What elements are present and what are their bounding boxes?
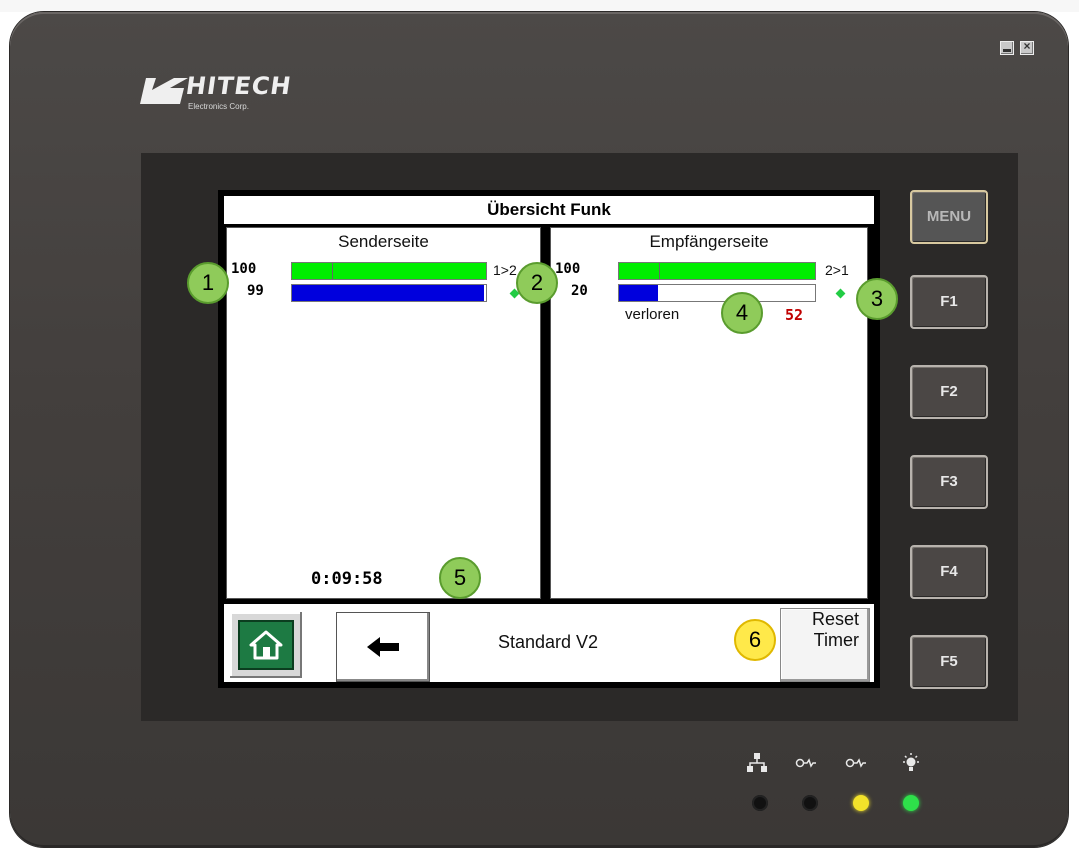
sender-top-value: 100 bbox=[231, 261, 257, 277]
f3-key[interactable]: F3 bbox=[910, 455, 988, 509]
callout-3: 3 bbox=[856, 278, 898, 320]
sender-signal-bar bbox=[291, 262, 487, 280]
page-title: Übersicht Funk bbox=[224, 196, 874, 224]
home-button-face bbox=[238, 620, 294, 670]
close-icon: × bbox=[1023, 39, 1031, 53]
network-led bbox=[752, 795, 768, 811]
hitech-logo-icon bbox=[140, 78, 188, 104]
sender-quality-fill bbox=[292, 285, 485, 301]
home-button[interactable] bbox=[228, 610, 304, 680]
com1-led bbox=[802, 795, 818, 811]
brand-name: HITECH bbox=[184, 72, 294, 100]
minimize-button[interactable] bbox=[1000, 41, 1014, 55]
com1-icon bbox=[795, 758, 816, 768]
receiver-direction: 2>1 bbox=[825, 262, 849, 278]
window-controls: × bbox=[1000, 39, 1034, 55]
com2-led bbox=[853, 795, 869, 811]
receiver-heading: Empfängerseite bbox=[649, 232, 769, 251]
top-strip bbox=[0, 0, 1079, 12]
power-icon bbox=[903, 753, 919, 771]
receiver-top-value: 100 bbox=[555, 261, 581, 277]
receiver-signal-bar bbox=[618, 262, 816, 280]
touch-screen: Übersicht Funk Senderseite 100 99 1>2 0:… bbox=[218, 190, 880, 688]
reset-timer-label-line1: Reset bbox=[811, 609, 859, 629]
f5-key[interactable]: F5 bbox=[910, 635, 988, 689]
sender-quality-bar bbox=[291, 284, 487, 302]
callout-6: 6 bbox=[734, 619, 776, 661]
lost-packets-label: verloren bbox=[625, 306, 680, 323]
receiver-signal-marker bbox=[659, 263, 660, 279]
home-icon bbox=[249, 630, 283, 660]
reset-timer-label-line2: Timer bbox=[813, 630, 859, 650]
back-button[interactable] bbox=[336, 612, 430, 682]
receiver-signal-fill bbox=[619, 263, 815, 279]
receiver-status-indicator-icon bbox=[835, 288, 846, 299]
arrow-left-icon bbox=[367, 637, 399, 657]
minimize-icon bbox=[1003, 49, 1011, 52]
sender-panel: Senderseite 100 99 1>2 0:09:58 bbox=[226, 227, 541, 599]
callout-2: 2 bbox=[516, 262, 558, 304]
f2-key[interactable]: F2 bbox=[910, 365, 988, 419]
receiver-quality-fill bbox=[619, 285, 659, 301]
callout-4: 4 bbox=[721, 292, 763, 334]
brand-subtitle: Electronics Corp. bbox=[188, 102, 249, 111]
sender-signal-fill bbox=[292, 263, 486, 279]
callout-5: 5 bbox=[439, 557, 481, 599]
receiver-bottom-value: 20 bbox=[571, 283, 588, 299]
network-icon bbox=[747, 753, 767, 772]
session-timer: 0:09:58 bbox=[311, 569, 383, 589]
close-button[interactable]: × bbox=[1020, 39, 1034, 55]
receiver-panel: Empfängerseite 100 20 2>1 verloren 52 bbox=[550, 227, 868, 599]
sender-heading: Senderseite bbox=[338, 232, 429, 251]
lost-packets-value: 52 bbox=[785, 306, 804, 324]
sender-direction: 1>2 bbox=[493, 262, 517, 278]
receiver-quality-bar bbox=[618, 284, 816, 302]
power-led bbox=[903, 795, 919, 811]
f4-key[interactable]: F4 bbox=[910, 545, 988, 599]
menu-key[interactable]: MENU bbox=[910, 190, 988, 244]
footer-bar: Standard V2 Reset Timer bbox=[224, 604, 874, 682]
sender-bottom-value: 99 bbox=[247, 283, 264, 299]
mode-label: Standard V2 bbox=[498, 632, 599, 652]
reset-timer-button[interactable]: Reset Timer bbox=[780, 608, 870, 682]
sender-signal-marker bbox=[332, 263, 333, 279]
f1-key[interactable]: F1 bbox=[910, 275, 988, 329]
com2-icon bbox=[845, 758, 866, 768]
callout-1: 1 bbox=[187, 262, 229, 304]
